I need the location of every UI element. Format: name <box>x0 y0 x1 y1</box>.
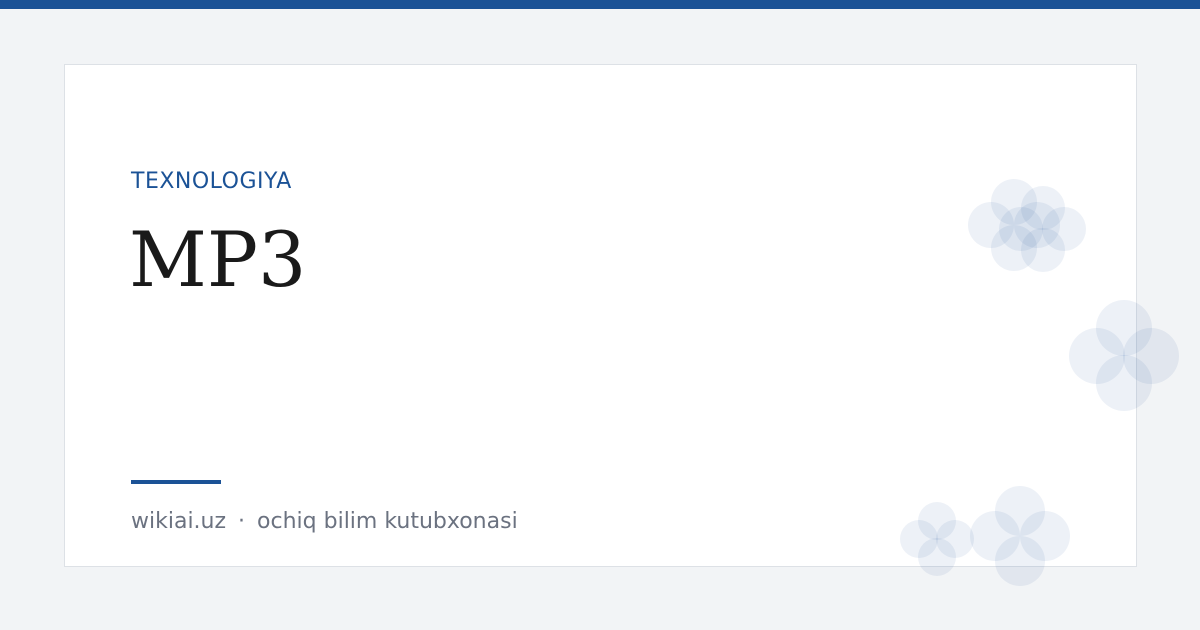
accent-divider <box>131 480 221 484</box>
site-tagline: ochiq bilim kutubxonasi <box>257 509 518 534</box>
site-name: wikiai.uz <box>131 509 227 534</box>
footer-separator: · <box>238 509 246 534</box>
page-title: MP3 <box>129 215 307 304</box>
content-card: TEXNOLOGIYA MP3 wikiai.uz · ochiq bilim ku… <box>64 64 1137 567</box>
site-footer: wikiai.uz · ochiq bilim kutubxonasi <box>131 508 518 536</box>
top-accent-bar <box>0 0 1200 9</box>
category-label: TEXNOLOGIYA <box>131 169 292 194</box>
